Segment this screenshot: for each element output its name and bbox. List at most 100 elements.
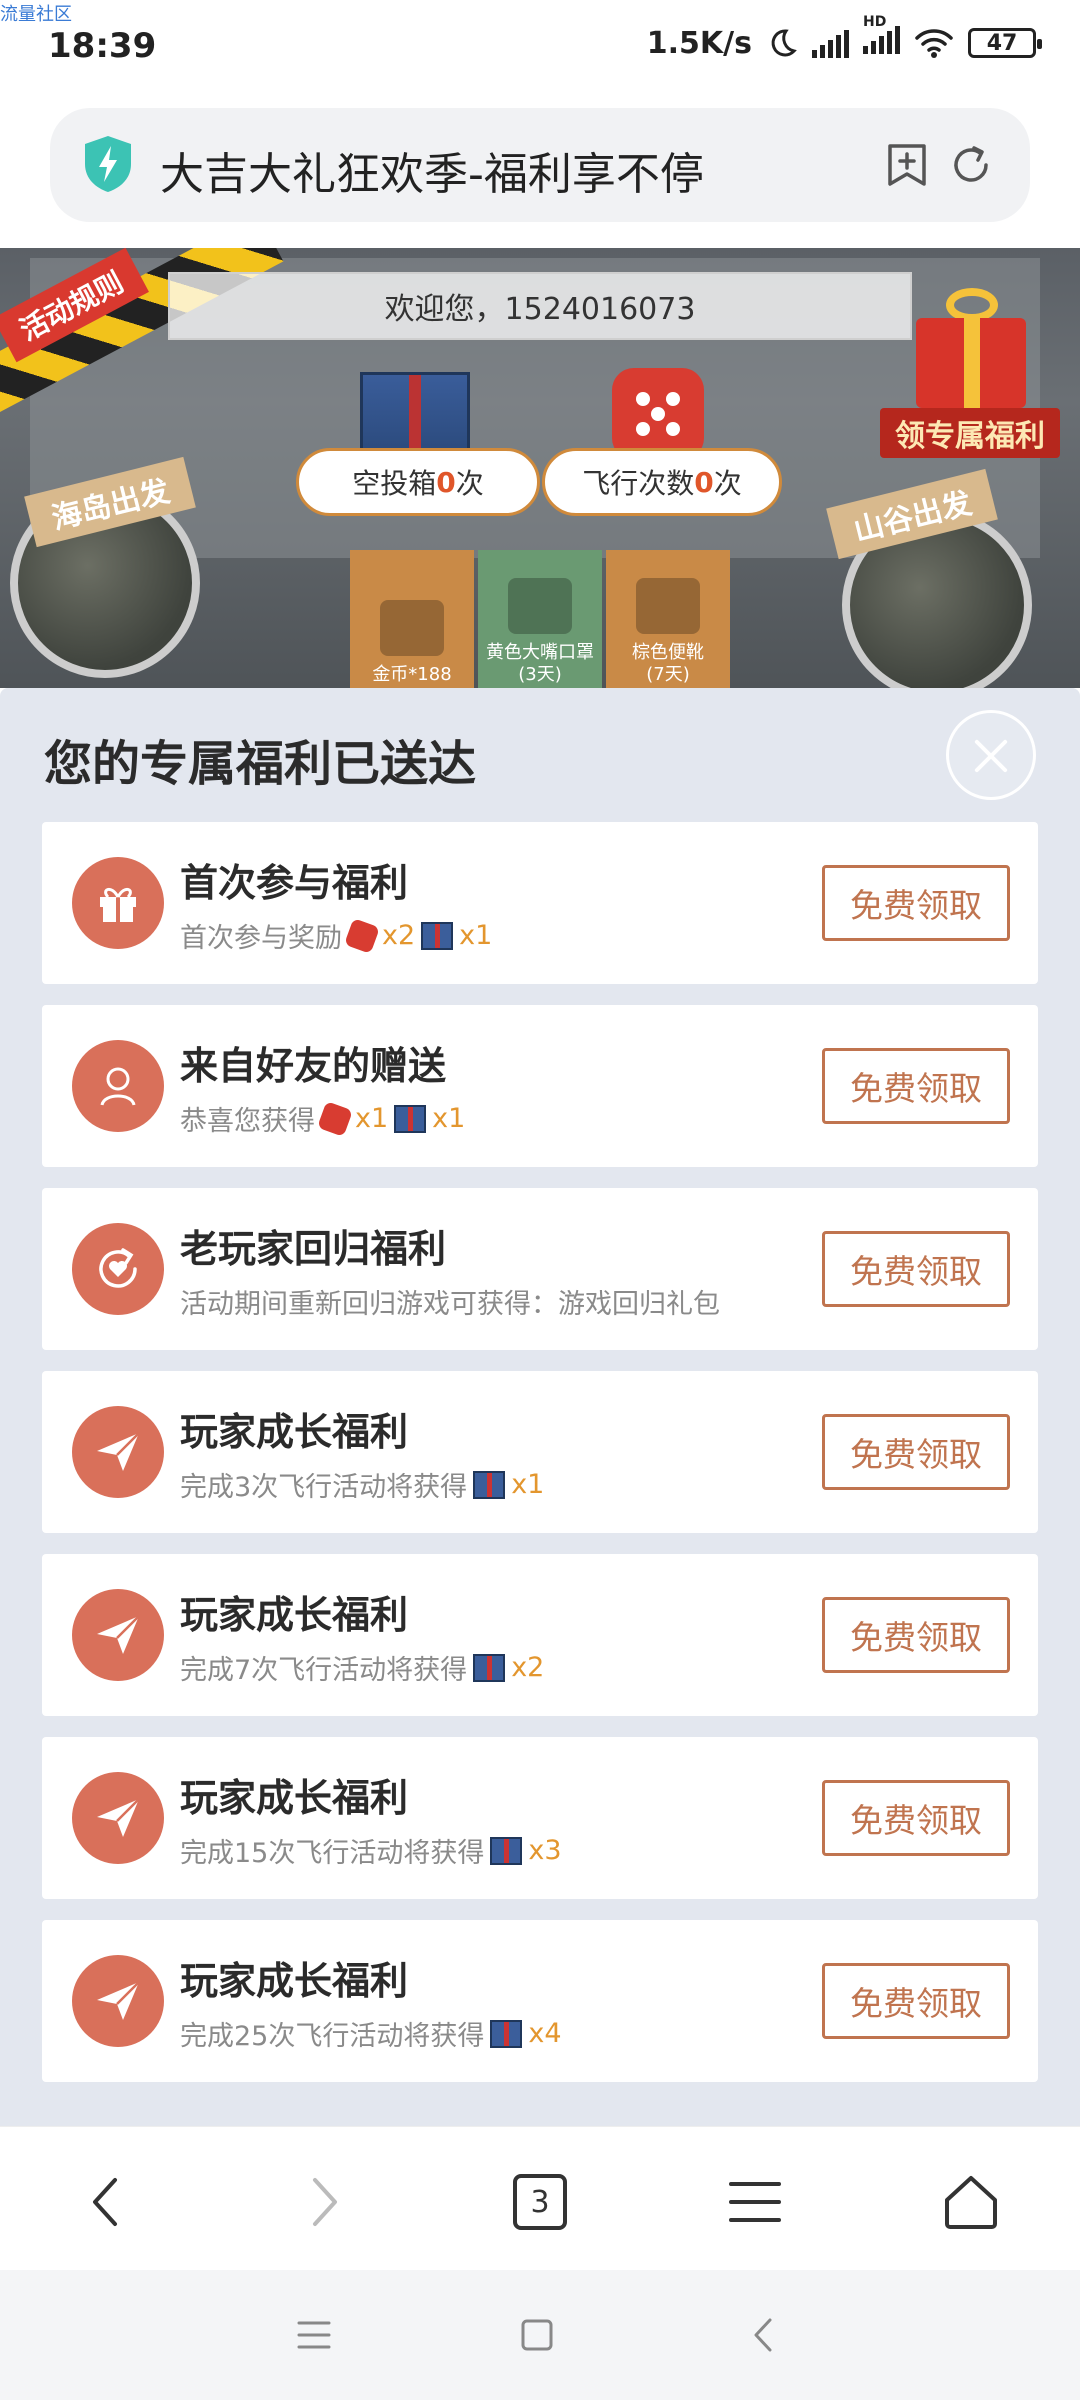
benefit-description-text: 完成7次飞行活动将获得 (180, 1655, 468, 1686)
claim-free-button[interactable]: 免费领取 (822, 1048, 1010, 1124)
home-square-icon[interactable] (520, 2318, 554, 2352)
paper-plane-icon (72, 1772, 164, 1864)
airdrop-crate-icon (490, 1836, 523, 1865)
browser-toolbar: 3 (0, 2126, 1080, 2270)
battery-icon: 47 (968, 28, 1042, 58)
refresh-icon[interactable] (948, 142, 994, 188)
close-button[interactable] (946, 710, 1036, 800)
benefit-description: 完成25次飞行活动将获得 x4 (180, 2014, 562, 2053)
benefit-description-text: 首次参与奖励 (180, 923, 342, 954)
claim-free-button[interactable]: 免费领取 (822, 1414, 1010, 1490)
airdrop-number: 0 (436, 465, 456, 499)
menu-button[interactable] (720, 2167, 790, 2237)
benefit-title: 老玩家回归福利 (180, 1227, 447, 1271)
home-button[interactable] (936, 2167, 1006, 2237)
shield-bolt-icon[interactable] (82, 134, 134, 194)
sheet-title: 您的专属福利已送达 (44, 736, 477, 792)
benefit-title: 玩家成长福利 (180, 1959, 409, 2003)
signal-hd-icon: HD (863, 14, 900, 62)
tabs-button[interactable]: 3 (505, 2167, 575, 2237)
benefit-card: 来自好友的赠送恭喜您获得 x1 x1 免费领取 (42, 1005, 1038, 1167)
watermark: 流量社区 (0, 4, 72, 25)
reward-strip: 金币*188 黄色大嘴口罩 (3天) 棕色便靴 (7天) (350, 550, 730, 688)
benefit-card: 玩家成长福利完成25次飞行活动将获得 x4 免费领取 (42, 1920, 1038, 2082)
system-back-icon[interactable] (750, 2316, 776, 2354)
benefit-description-text: 完成3次飞行活动将获得 (180, 1472, 468, 1503)
recents-icon[interactable] (296, 2318, 332, 2352)
reward-duration: (3天) (518, 664, 562, 685)
gift-box-icon[interactable] (916, 288, 1026, 408)
gold-coins-icon (380, 600, 444, 656)
reward-quantity: x4 (528, 2018, 562, 2049)
reward-quantity: x1 (432, 1103, 466, 1134)
dice-icon (612, 368, 704, 460)
moon-icon (771, 29, 797, 57)
benefit-title: 来自好友的赠送 (180, 1044, 447, 1088)
paper-plane-icon (72, 1589, 164, 1681)
benefit-card: 老玩家回归福利活动期间重新回归游戏可获得：游戏回归礼包 免费领取 (42, 1188, 1038, 1350)
flight-label: 飞行次数 (582, 467, 695, 500)
claim-free-button[interactable]: 免费领取 (822, 1780, 1010, 1856)
airdrop-crate-icon (394, 1104, 427, 1133)
claim-free-button[interactable]: 免费领取 (822, 865, 1010, 941)
return-icon (72, 1223, 164, 1315)
claim-free-button[interactable]: 免费领取 (822, 1597, 1010, 1673)
status-bar: 流量社区 18:39 1.5K/s HD 47 (0, 0, 1080, 96)
friend-icon (72, 1040, 164, 1132)
benefit-card: 玩家成长福利 完成7次飞行活动将获得 x2 免费领取 (42, 1554, 1038, 1716)
paper-plane-icon (72, 1955, 164, 2047)
reward-gold: 金币*188 (350, 550, 474, 688)
flight-number: 0 (694, 465, 714, 499)
benefits-sheet: 您的专属福利已送达 首次参与福利 首次参与奖励 x2 x1 免费领取 来自好友的赠送 恭喜您… (0, 688, 1080, 2126)
address-bar[interactable]: 大吉大礼狂欢季-福利享不停 (50, 108, 1030, 222)
reward-label: 黄色大嘴口罩 (486, 642, 594, 663)
claim-free-button[interactable]: 免费领取 (822, 1231, 1010, 1307)
reward-label: 金币*188 (372, 664, 452, 685)
airdrop-count: 空投箱 0 次 (296, 448, 540, 516)
tabs-icon: 3 (513, 2174, 567, 2230)
claim-free-button[interactable]: 免费领取 (822, 1963, 1010, 2039)
airdrop-crate-icon (421, 921, 454, 950)
reward-mask: 黄色大嘴口罩 (3天) (478, 550, 602, 688)
reward-quantity: x2 (382, 920, 416, 951)
benefit-description-text: 恭喜您获得 (180, 1106, 315, 1137)
reward-quantity: x1 (459, 920, 493, 951)
flight-unit: 次 (713, 467, 742, 500)
benefit-title: 玩家成长福利 (180, 1410, 409, 1454)
benefit-description: 完成3次飞行活动将获得 x1 (180, 1465, 544, 1504)
benefit-description: 完成15次飞行活动将获得 x3 (180, 1831, 562, 1870)
reward-label: 棕色便靴 (632, 642, 704, 663)
event-banner: 活动规则 欢迎您，1524016073 空投箱 0 次 飞行次数 0 次 领专属福利 海… (0, 248, 1080, 688)
reward-duration: (7天) (646, 664, 690, 685)
benefit-card: 首次参与福利 首次参与奖励 x2 x1 免费领取 (42, 822, 1038, 984)
flight-count: 飞行次数 0 次 (542, 448, 782, 516)
airdrop-crate-icon (473, 1653, 506, 1682)
benefit-title: 玩家成长福利 (180, 1593, 409, 1637)
benefit-description-text: 完成15次飞行活动将获得 (180, 1838, 485, 1869)
bookmark-add-icon[interactable] (884, 142, 930, 188)
airdrop-crate-icon (360, 372, 470, 454)
back-icon (93, 2178, 117, 2226)
forward-icon (313, 2178, 337, 2226)
dice-icon (344, 917, 380, 954)
benefit-description-text: 完成25次飞行活动将获得 (180, 2021, 485, 2052)
reward-boots: 棕色便靴 (7天) (606, 550, 730, 688)
menu-icon (729, 2182, 781, 2222)
dice-icon (317, 1100, 353, 1137)
page-title[interactable]: 大吉大礼狂欢季-福利享不停 (160, 138, 704, 202)
forward-button[interactable] (290, 2167, 360, 2237)
reward-quantity: x3 (528, 1835, 562, 1866)
clock: 18:39 (48, 26, 157, 66)
benefit-description: 首次参与奖励 x2 x1 (180, 916, 492, 955)
benefit-card: 玩家成长福利 完成15次飞行活动将获得 x3 免费领取 (42, 1737, 1038, 1899)
airdrop-label: 空投箱 (352, 467, 437, 500)
network-speed: 1.5K/s (646, 25, 752, 61)
reward-quantity: x1 (355, 1103, 389, 1134)
welcome-text: 欢迎您，1524016073 (168, 272, 912, 340)
airdrop-crate-icon (473, 1470, 506, 1499)
exclusive-benefit-button[interactable]: 领专属福利 (880, 408, 1060, 458)
benefit-description: 活动期间重新回归游戏可获得：游戏回归礼包 (180, 1282, 720, 1321)
benefit-card: 玩家成长福利完成3次飞行活动将获得 x1 免费领取 (42, 1371, 1038, 1533)
back-button[interactable] (70, 2167, 140, 2237)
airdrop-crate-icon (490, 2019, 523, 2048)
